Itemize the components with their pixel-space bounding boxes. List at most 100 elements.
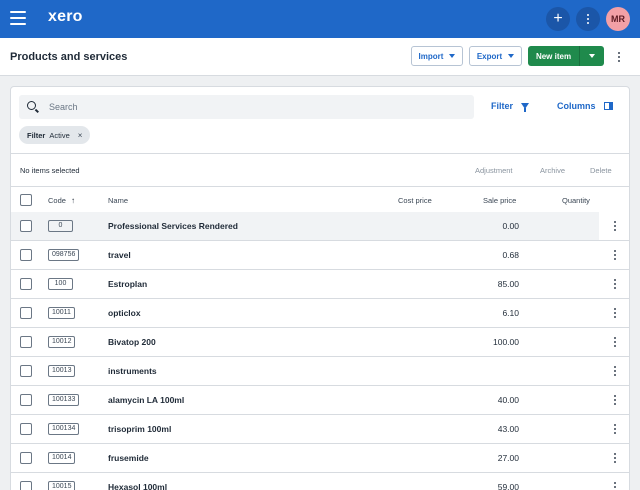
user-avatar[interactable]: MR [606, 7, 630, 31]
row-checkbox[interactable] [20, 249, 32, 261]
new-item-dropdown-button[interactable] [579, 46, 604, 66]
item-name[interactable]: Estroplan [108, 279, 147, 289]
xero-logo[interactable]: xero [48, 8, 83, 26]
column-name[interactable]: Name [108, 196, 128, 205]
archive-action[interactable]: Archive [540, 166, 565, 175]
item-sale-price: 43.00 [497, 424, 519, 434]
item-code: 0 [48, 220, 73, 232]
filter-button[interactable]: Filter [491, 101, 530, 112]
row-actions [599, 444, 629, 472]
row-options-icon[interactable] [610, 480, 620, 490]
row-actions [599, 473, 629, 490]
item-name[interactable]: Hexasol 100ml [108, 482, 167, 490]
row-actions [599, 270, 629, 298]
row-checkbox[interactable] [20, 307, 32, 319]
select-all-checkbox[interactable] [20, 194, 32, 206]
item-sale-price: 27.00 [497, 453, 519, 463]
row-options-icon[interactable] [610, 364, 620, 378]
delete-action[interactable]: Delete [590, 166, 612, 175]
item-code: 10012 [48, 336, 76, 348]
row-checkbox[interactable] [20, 481, 32, 490]
item-name[interactable]: alamycin LA 100ml [108, 395, 184, 405]
item-name[interactable]: frusemide [108, 453, 149, 463]
page-title: Products and services [10, 51, 128, 63]
item-name[interactable]: travel [108, 250, 131, 260]
table-row[interactable]: 10015 Hexasol 100ml 59.00 [11, 473, 629, 490]
row-options-icon[interactable] [610, 277, 620, 291]
search-input[interactable] [49, 95, 459, 119]
table-row[interactable]: 10011 opticlox 6.10 [11, 299, 629, 328]
table-row[interactable]: 10014 frusemide 27.00 [11, 444, 629, 473]
columns-icon [603, 102, 613, 110]
item-sale-price: 40.00 [497, 395, 519, 405]
column-sale-price[interactable]: Sale price [483, 196, 516, 205]
table-row[interactable]: 10013 instruments [11, 357, 629, 386]
item-sale-price: 85.00 [497, 279, 519, 289]
products-card: Filter Columns Filter Active × No items … [10, 86, 630, 490]
table-row[interactable]: 098756 travel 0.68 [11, 241, 629, 270]
row-options-icon[interactable] [610, 306, 620, 320]
export-label: Export [476, 51, 503, 61]
row-actions [599, 328, 629, 356]
item-name[interactable]: trisoprim 100ml [108, 424, 171, 434]
sort-arrow-icon: ↑ [70, 196, 75, 205]
item-code: 10014 [48, 452, 76, 464]
item-code: 098756 [48, 249, 80, 261]
chevron-down-icon [449, 54, 456, 58]
row-actions [599, 386, 629, 414]
export-button[interactable]: Export [469, 46, 522, 66]
row-checkbox[interactable] [20, 336, 32, 348]
table-row[interactable]: 100133 alamycin LA 100ml 40.00 [11, 386, 629, 415]
item-name[interactable]: instruments [108, 366, 157, 376]
row-actions [599, 299, 629, 327]
column-code-label: Code [48, 196, 66, 205]
row-checkbox[interactable] [20, 452, 32, 464]
table-header: Code ↑ Name Cost price Sale price Quantit… [11, 187, 629, 214]
row-checkbox[interactable] [20, 394, 32, 406]
item-sale-price: 100.00 [493, 337, 519, 347]
table-row[interactable]: 100134 trisoprim 100ml 43.00 [11, 415, 629, 444]
item-name[interactable]: Bivatop 200 [108, 337, 156, 347]
filter-chip-value: Active [49, 130, 70, 140]
table-row[interactable]: 0 Professional Services Rendered 0.00 [11, 212, 629, 241]
column-quantity[interactable]: Quantity [562, 196, 590, 205]
add-button[interactable]: + [546, 7, 570, 31]
row-actions [599, 415, 629, 443]
new-item-button[interactable]: New item [528, 46, 579, 66]
row-actions [599, 212, 629, 240]
item-code: 100134 [48, 423, 80, 435]
row-options-icon[interactable] [610, 335, 620, 349]
more-options-button[interactable] [576, 7, 600, 31]
item-sale-price: 6.10 [502, 308, 519, 318]
adjustment-action[interactable]: Adjustment [475, 166, 513, 175]
table-row[interactable]: 100 Estroplan 85.00 [11, 270, 629, 299]
row-options-icon[interactable] [610, 393, 620, 407]
row-actions [599, 357, 629, 385]
import-button[interactable]: Import [411, 46, 463, 66]
item-name[interactable]: opticlox [108, 308, 141, 318]
filter-label: Filter [491, 101, 514, 111]
row-checkbox[interactable] [20, 278, 32, 290]
row-options-icon[interactable] [610, 219, 620, 233]
item-sale-price: 59.00 [497, 482, 519, 490]
row-checkbox[interactable] [20, 423, 32, 435]
item-name[interactable]: Professional Services Rendered [108, 221, 238, 231]
row-options-icon[interactable] [610, 248, 620, 262]
filter-chip[interactable]: Filter Active × [19, 126, 91, 144]
row-actions [599, 241, 629, 269]
columns-button[interactable]: Columns [557, 101, 613, 111]
row-checkbox[interactable] [20, 220, 32, 232]
column-code[interactable]: Code ↑ [48, 196, 75, 205]
divider [11, 153, 629, 154]
table-row[interactable]: 10012 Bivatop 200 100.00 [11, 328, 629, 357]
column-cost-price[interactable]: Cost price [398, 196, 432, 205]
close-icon[interactable]: × [78, 131, 83, 140]
filter-icon [521, 103, 530, 112]
columns-label: Columns [557, 101, 596, 111]
row-options-icon[interactable] [610, 422, 620, 436]
menu-icon[interactable] [10, 11, 26, 25]
item-code: 10011 [48, 307, 75, 319]
row-options-icon[interactable] [610, 451, 620, 465]
page-options-icon[interactable] [614, 50, 624, 64]
row-checkbox[interactable] [20, 365, 32, 377]
